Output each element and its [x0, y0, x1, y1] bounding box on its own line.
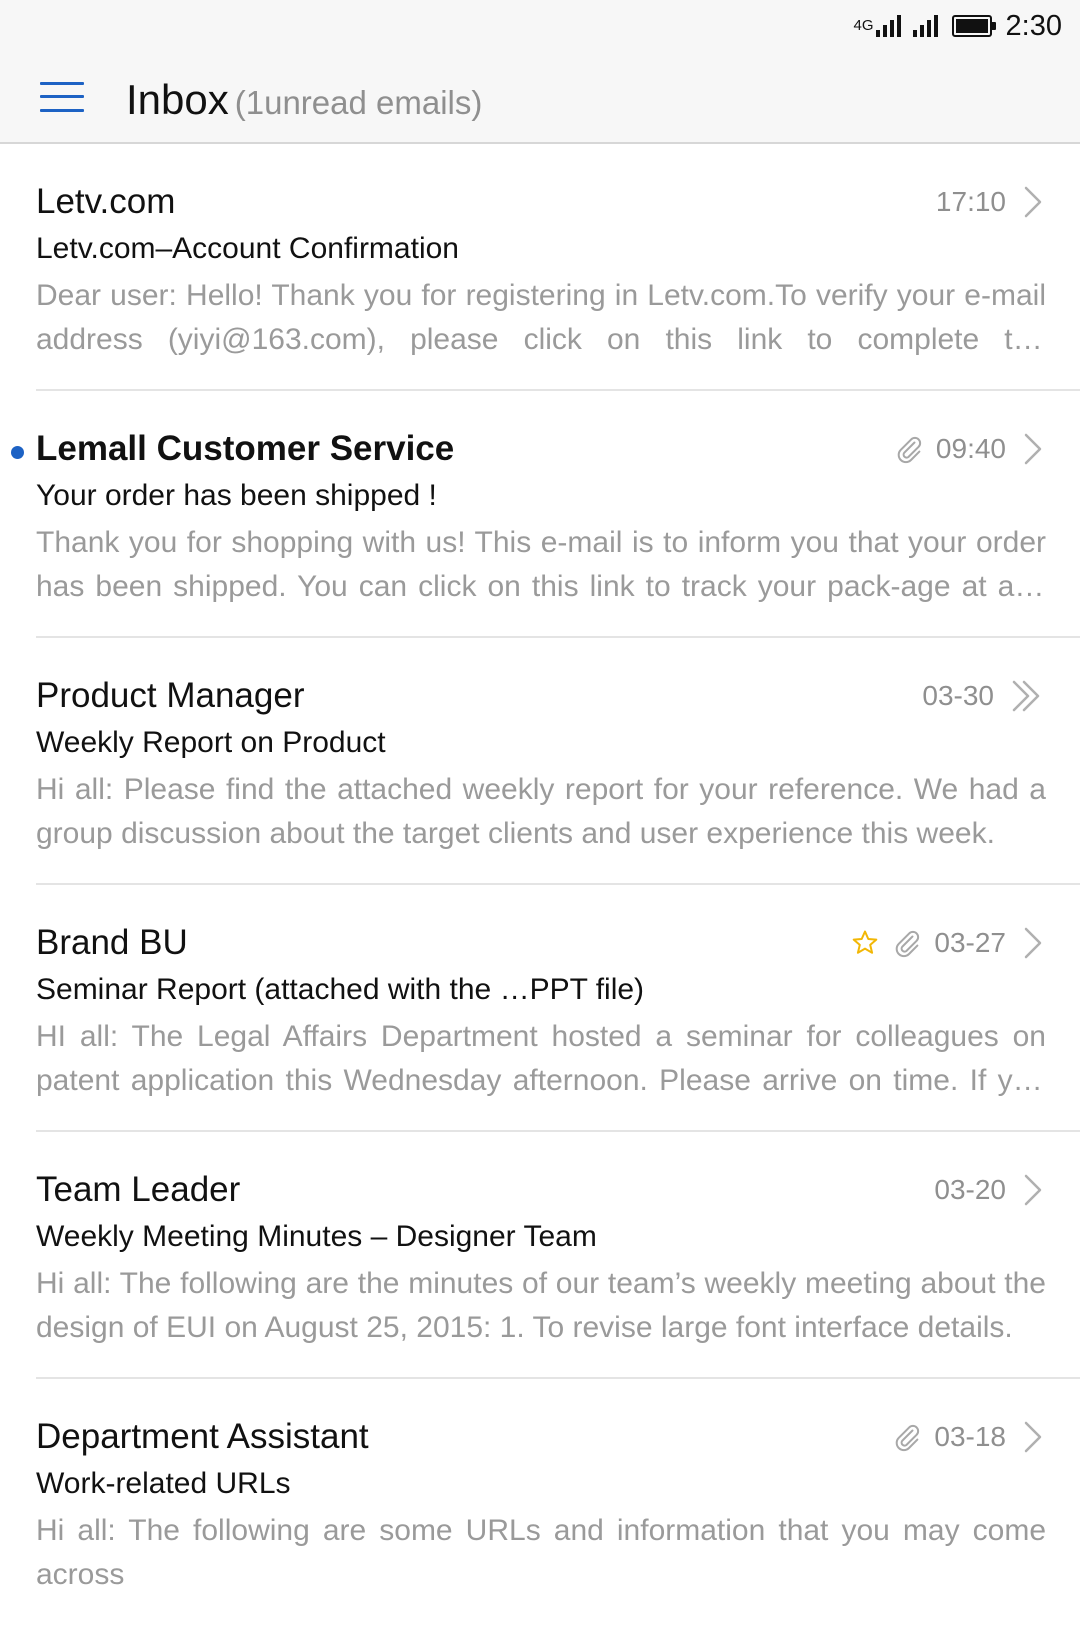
email-list-item[interactable]: Lemall Customer Service 09:40 Your order h…	[0, 391, 1080, 638]
email-list-item[interactable]: Product Manager 03-30 Weekly Report on Pro…	[0, 638, 1080, 885]
page-title: Inbox	[126, 76, 229, 123]
star-icon[interactable]	[850, 928, 880, 958]
signal-strength-icon-secondary	[912, 15, 938, 37]
status-bar: 4G 2:30	[0, 0, 1080, 52]
battery-icon	[951, 15, 996, 37]
email-meta: 03-27	[850, 923, 1044, 963]
email-list-item[interactable]: Team Leader 03-20 Weekly Meeting Minutes –…	[0, 1132, 1080, 1379]
email-meta: 09:40	[894, 429, 1044, 469]
paperclip-icon	[892, 928, 922, 958]
email-list-item[interactable]: Letv.com 17:10 Letv.com–Account Confirmati…	[0, 144, 1080, 391]
chevron-right-icon	[1022, 925, 1044, 961]
app-header: Inbox (1unread emails)	[0, 52, 1080, 144]
status-time: 2:30	[1005, 9, 1062, 42]
paperclip-icon	[892, 1422, 922, 1452]
chevron-right-icon	[1022, 1419, 1044, 1455]
email-time: 03-27	[934, 927, 1006, 958]
unread-indicator-icon	[11, 446, 24, 459]
email-time: 03-30	[922, 680, 994, 711]
email-subject: Work-related URLs	[36, 1467, 291, 1500]
chevron-right-icon	[1022, 184, 1044, 220]
email-sender: Department Assistant	[36, 1417, 369, 1456]
email-subject: Weekly Meeting Minutes – Designer Team	[36, 1220, 597, 1253]
paperclip-icon	[894, 434, 924, 464]
email-sender: Letv.com	[36, 182, 176, 221]
chevron-right-icon	[1022, 1172, 1044, 1208]
email-time: 09:40	[935, 433, 1006, 464]
email-subject: Your order has been shipped !	[36, 479, 437, 512]
email-preview: Hi all: Please find the attached weekly …	[36, 773, 1046, 850]
chevron-right-icon	[1022, 431, 1044, 467]
email-subject: Seminar Report (attached with the …PPT f…	[36, 973, 645, 1006]
network-type-label: 4G	[853, 16, 874, 34]
email-meta: 03-20	[934, 1170, 1044, 1210]
email-time: 03-18	[934, 1421, 1006, 1452]
email-sender: Brand BU	[36, 923, 188, 962]
email-preview: Dear user: Hello! Thank you for register…	[36, 279, 1046, 356]
unread-count-label: (1unread emails)	[234, 84, 483, 121]
email-sender: Team Leader	[36, 1170, 241, 1209]
email-meta: 17:10	[936, 182, 1044, 222]
email-time: 03-20	[934, 1174, 1006, 1205]
email-subject: Letv.com–Account Confirmation	[36, 232, 459, 265]
email-preview: Hi all: The following are some URLs and …	[36, 1514, 1046, 1591]
email-subject: Weekly Report on Product	[36, 726, 386, 759]
email-preview: Thank you for shopping with us! This e-m…	[36, 526, 1046, 603]
email-list: Letv.com 17:10 Letv.com–Account Confirmati…	[0, 144, 1080, 1626]
email-preview: Hi all: The following are the minutes of…	[36, 1267, 1046, 1344]
email-meta: 03-30	[922, 676, 1044, 716]
signal-strength-icon	[875, 15, 901, 37]
email-sender: Product Manager	[36, 676, 305, 715]
double-chevron-right-icon	[1010, 678, 1044, 714]
email-list-item[interactable]: Brand BU 03-27 Seminar Report (attached wi…	[0, 885, 1080, 1132]
email-time: 17:10	[935, 186, 1006, 217]
email-list-item[interactable]: Department Assistant 03-18 Work-related UR…	[0, 1379, 1080, 1626]
email-sender: Lemall Customer Service	[36, 429, 455, 468]
email-preview: HI all: The Legal Affairs Department hos…	[36, 1020, 1046, 1097]
page-title-group: Inbox (1unread emails)	[126, 76, 482, 124]
status-icons: 4G 2:30	[854, 8, 1062, 44]
email-meta: 03-18	[892, 1417, 1044, 1457]
menu-icon[interactable]	[38, 80, 88, 118]
